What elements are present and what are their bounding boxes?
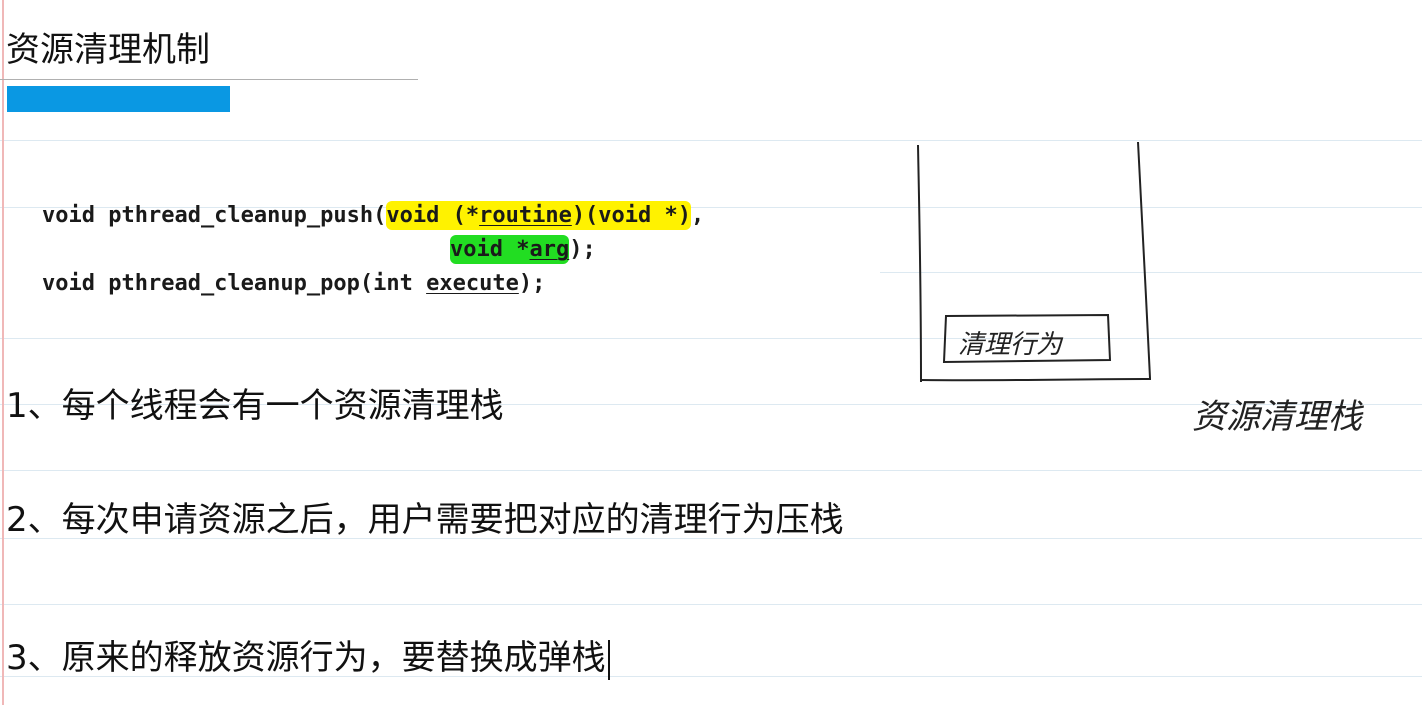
cleanup-action-label: 清理行为 <box>958 330 1064 360</box>
stack-caption: 资源清理栈 <box>1192 397 1364 437</box>
stack-sketch: 清理行为 资源清理栈 <box>917 141 1364 437</box>
stack-left-wall <box>917 144 922 383</box>
stack-bottom <box>920 378 1152 382</box>
stack-right-wall <box>1137 141 1151 379</box>
note-page: 资源清理机制 void pthread_cleanup_push(void (*… <box>0 0 1422 705</box>
